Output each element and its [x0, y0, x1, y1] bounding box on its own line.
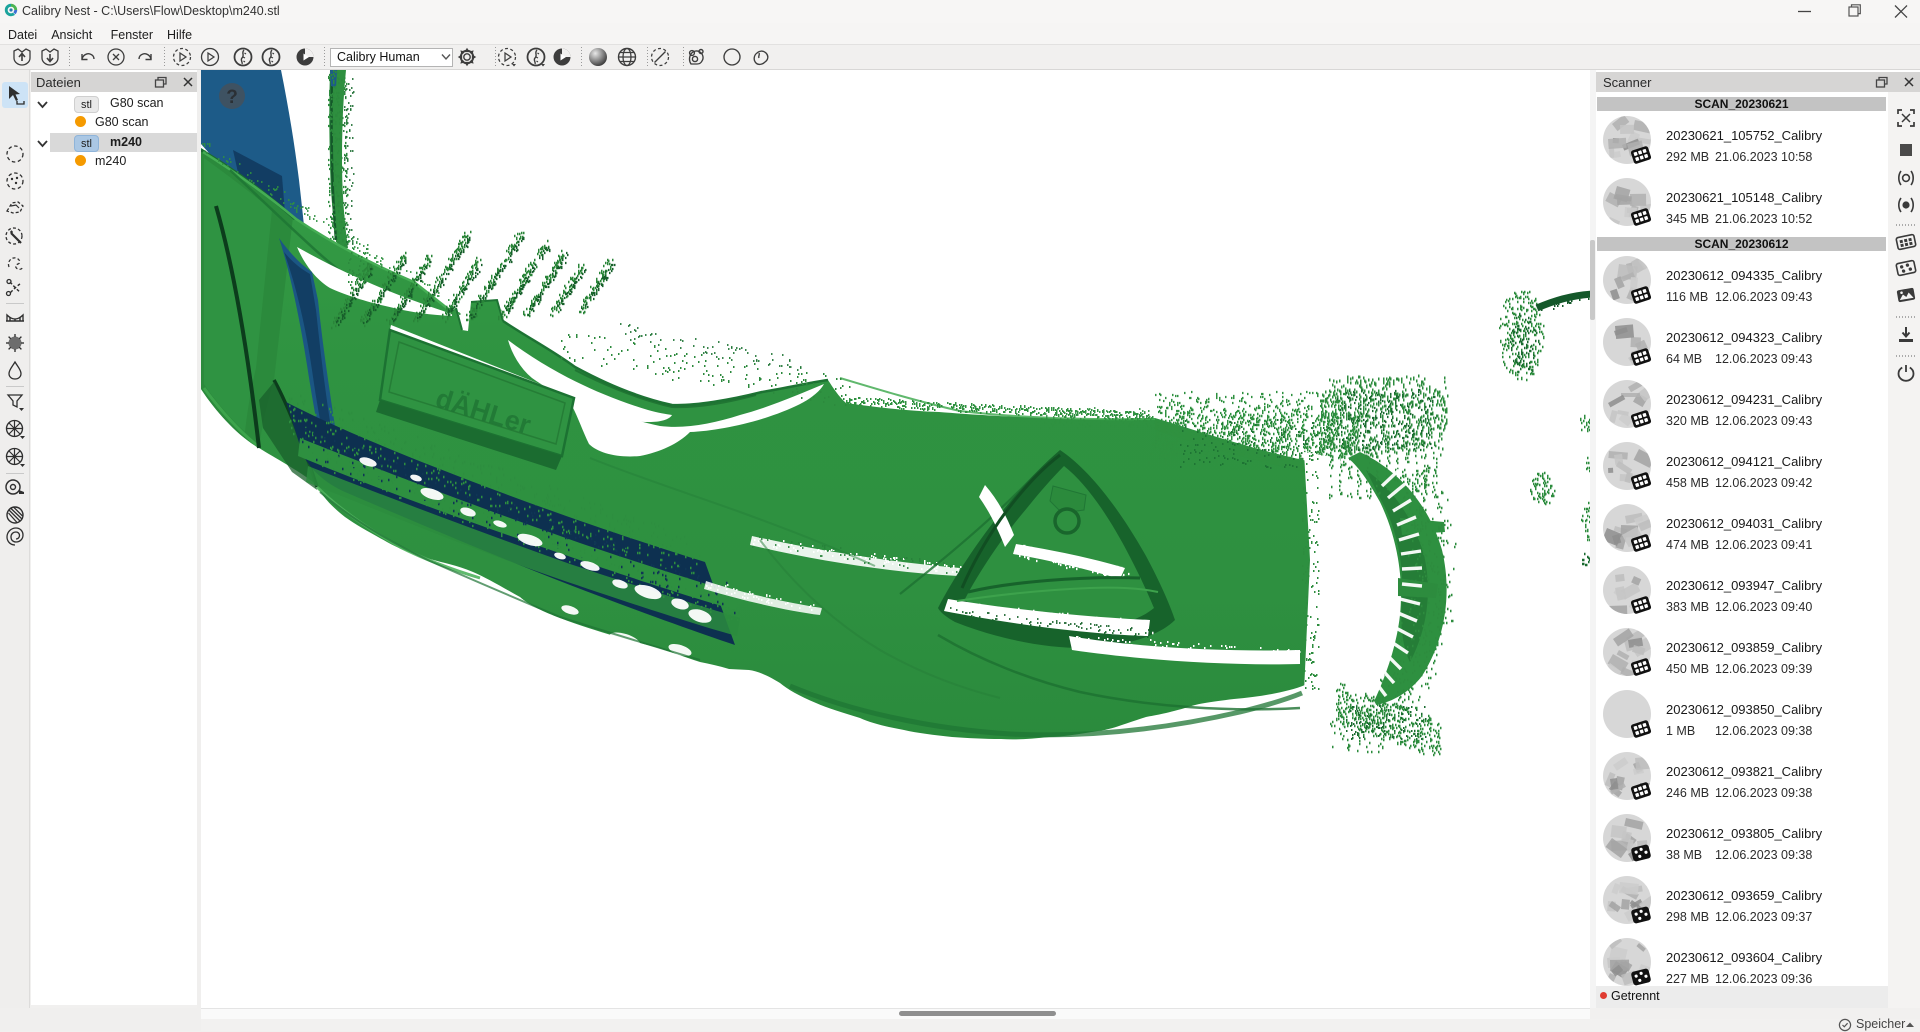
svg-text:12.06.2023 09:39: 12.06.2023 09:39 — [1715, 662, 1812, 676]
svg-text:12.06.2023 09:37: 12.06.2023 09:37 — [1715, 910, 1812, 924]
svg-text:20230612_094335_Calibry: 20230612_094335_Calibry — [1666, 268, 1823, 283]
svg-text:474 MB: 474 MB — [1666, 538, 1709, 552]
svg-text:383 MB: 383 MB — [1666, 600, 1709, 614]
svg-text:20230612_093659_Calibry: 20230612_093659_Calibry — [1666, 888, 1823, 903]
svg-text:20230612_094323_Calibry: 20230612_094323_Calibry — [1666, 330, 1823, 345]
svg-text:298 MB: 298 MB — [1666, 910, 1709, 924]
svg-text:20230612_093850_Calibry: 20230612_093850_Calibry — [1666, 702, 1823, 717]
svg-text:?: ? — [226, 87, 238, 108]
svg-text:345 MB: 345 MB — [1666, 212, 1709, 226]
svg-text:21.06.2023 10:52: 21.06.2023 10:52 — [1715, 212, 1812, 226]
svg-text:20230612_094031_Calibry: 20230612_094031_Calibry — [1666, 516, 1823, 531]
svg-text:12.06.2023 09:42: 12.06.2023 09:42 — [1715, 476, 1812, 490]
svg-text:20230612_093821_Calibry: 20230612_093821_Calibry — [1666, 764, 1823, 779]
svg-text:1 MB: 1 MB — [1666, 724, 1695, 738]
svg-text:292 MB: 292 MB — [1666, 150, 1709, 164]
svg-text:12.06.2023 09:43: 12.06.2023 09:43 — [1715, 414, 1812, 428]
svg-text:12.06.2023 09:43: 12.06.2023 09:43 — [1715, 290, 1812, 304]
svg-text:12.06.2023 09:38: 12.06.2023 09:38 — [1715, 786, 1812, 800]
svg-text:20230612_093805_Calibry: 20230612_093805_Calibry — [1666, 826, 1823, 841]
svg-text:20230621_105752_Calibry: 20230621_105752_Calibry — [1666, 128, 1823, 143]
svg-text:12.06.2023 09:38: 12.06.2023 09:38 — [1715, 848, 1812, 862]
svg-text:12.06.2023 09:38: 12.06.2023 09:38 — [1715, 724, 1812, 738]
svg-text:227 MB: 227 MB — [1666, 972, 1709, 986]
svg-text:20230612_093859_Calibry: 20230612_093859_Calibry — [1666, 640, 1823, 655]
svg-text:12.06.2023 09:40: 12.06.2023 09:40 — [1715, 600, 1812, 614]
svg-text:246 MB: 246 MB — [1666, 786, 1709, 800]
svg-text:20230621_105148_Calibry: 20230621_105148_Calibry — [1666, 190, 1823, 205]
svg-text:12.06.2023 09:43: 12.06.2023 09:43 — [1715, 352, 1812, 366]
svg-text:20230612_094121_Calibry: 20230612_094121_Calibry — [1666, 454, 1823, 469]
svg-text:320 MB: 320 MB — [1666, 414, 1709, 428]
svg-text:116 MB: 116 MB — [1666, 290, 1708, 304]
svg-text:458 MB: 458 MB — [1666, 476, 1709, 490]
svg-text:20230612_093604_Calibry: 20230612_093604_Calibry — [1666, 950, 1823, 965]
svg-text:20230612_093947_Calibry: 20230612_093947_Calibry — [1666, 578, 1823, 593]
svg-text:450 MB: 450 MB — [1666, 662, 1709, 676]
svg-text:12.06.2023 09:36: 12.06.2023 09:36 — [1715, 972, 1812, 986]
svg-text:38 MB: 38 MB — [1666, 848, 1702, 862]
svg-text:21.06.2023 10:58: 21.06.2023 10:58 — [1715, 150, 1812, 164]
svg-text:64 MB: 64 MB — [1666, 352, 1702, 366]
svg-text:12.06.2023 09:41: 12.06.2023 09:41 — [1715, 538, 1812, 552]
svg-text:20230612_094231_Calibry: 20230612_094231_Calibry — [1666, 392, 1823, 407]
